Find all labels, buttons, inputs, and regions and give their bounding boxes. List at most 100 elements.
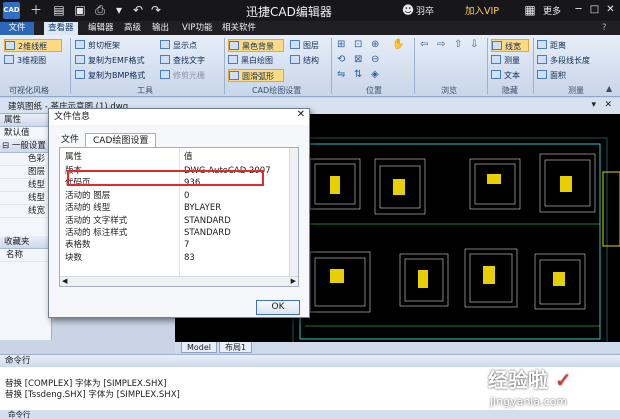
text-toggle[interactable]: 文本	[491, 69, 520, 82]
zoom-window-icon[interactable]: ⊞	[337, 39, 345, 50]
more-button[interactable]: 更多	[543, 4, 561, 17]
dropdown-icon[interactable]: ▾	[112, 3, 126, 17]
zoom-out-icon[interactable]: ⊖	[371, 54, 379, 65]
user-avatar-icon[interactable]: ☻	[401, 3, 415, 17]
maximize-icon[interactable]: □	[588, 2, 601, 17]
copy-emf-button[interactable]: 复制为EMF格式	[75, 54, 145, 67]
flip-icon[interactable]: ⇅	[354, 69, 362, 80]
show-points-button[interactable]: 显示点	[160, 39, 197, 52]
tab-layout1[interactable]: 布局1	[219, 342, 253, 353]
watermark-url: jingyanla.com	[490, 395, 568, 408]
floor-plan-row-1	[309, 153, 596, 215]
find-text-button[interactable]: 查找文字	[160, 54, 205, 67]
clip-frame-button[interactable]: 剪切框架	[75, 39, 120, 52]
arrow-down-icon[interactable]: ⇩	[470, 39, 478, 50]
column-header-value: 值	[184, 152, 193, 162]
tab-advanced[interactable]: 高级	[120, 22, 145, 35]
save-icon[interactable]: ▣	[73, 3, 87, 17]
scroll-right-icon[interactable]: ▶	[291, 277, 296, 285]
table-row[interactable]: 活动的 标注样式 STANDARD	[60, 227, 290, 239]
group-divider	[487, 38, 488, 94]
tab-cad-settings[interactable]: CAD绘图设置	[85, 133, 157, 148]
tab-model[interactable]: Model	[181, 342, 218, 353]
ok-button[interactable]: OK	[256, 300, 300, 315]
ribbon-panel: 2维线框 3维视图 可视化风格 剪切框架 复制为EMF格式 复制为BMP格式 显…	[0, 35, 620, 97]
table-row[interactable]: 活动的 线型 BYLAYER	[60, 202, 290, 214]
linewidth-toggle[interactable]: 线宽	[491, 39, 529, 52]
zoom-in-icon[interactable]: ⊕	[371, 39, 379, 50]
close-document-icon[interactable]: ✕	[604, 100, 612, 110]
undo-icon[interactable]: ↶	[131, 3, 145, 17]
open-folder-icon[interactable]: ▤	[52, 3, 66, 17]
pan-hand-icon[interactable]: ✋	[392, 39, 404, 50]
favorites-name-column: 名称	[0, 249, 51, 262]
structure-button[interactable]: 结构	[290, 54, 319, 67]
grid-menu-icon[interactable]: ▦	[523, 3, 537, 17]
tab-file[interactable]: 文件	[0, 22, 34, 35]
app-logo: CAD	[3, 2, 20, 19]
group-label-cad-settings: CAD绘图设置	[252, 86, 302, 95]
file-info-grid: 属性 值 版本 DWG AutoCAD 2007 代码页 936 活动的 图层 0 活…	[59, 147, 299, 287]
view-3d-icon[interactable]: ◈	[371, 69, 379, 80]
horizontal-scrollbar[interactable]: ◀ ▶	[60, 276, 298, 286]
command-status-label: 命令行	[8, 410, 31, 419]
trim-raster-button[interactable]: 修剪光栅	[160, 69, 205, 82]
tab-file-info[interactable]: 文件	[54, 133, 86, 148]
rotate-icon[interactable]: ⟲	[337, 54, 345, 65]
black-background-button[interactable]: 黑色背景	[228, 39, 284, 52]
polyline-length-button[interactable]: 多段线长度	[537, 54, 590, 67]
version-highlight-box	[67, 170, 264, 186]
prop-row-layer[interactable]: 图层	[0, 166, 51, 179]
arrow-up-icon[interactable]: ⇧	[454, 39, 462, 50]
scroll-left-icon[interactable]: ◀	[62, 277, 67, 285]
furniture-marks	[330, 174, 572, 288]
prop-row-color[interactable]: 色彩	[0, 153, 51, 166]
copy-bmp-button[interactable]: 复制为BMP格式	[75, 69, 145, 82]
dialog-close-icon[interactable]: ✕	[297, 109, 305, 120]
print-icon[interactable]: ⎙	[93, 3, 107, 17]
minimize-icon[interactable]: ─	[572, 2, 585, 17]
measure-toggle[interactable]: 测量	[491, 54, 520, 67]
wireframe-2d-button[interactable]: 2维线框	[4, 39, 62, 52]
arrow-right-icon[interactable]: ⇨	[437, 39, 445, 50]
file-info-dialog: 文件信息 ✕ 文件 CAD绘图设置 属性 值 版本 DWG AutoCAD 200…	[48, 108, 310, 318]
view-3d-button[interactable]: 3维视图	[4, 54, 46, 67]
prop-row-lineweight[interactable]: 线宽	[0, 205, 51, 218]
user-name[interactable]: 羽卒	[416, 4, 434, 17]
tab-vip[interactable]: VIP功能	[178, 22, 216, 35]
smooth-arc-button[interactable]: 圆滑弧形	[228, 69, 284, 82]
zoom-extents-icon[interactable]: ⊡	[354, 39, 362, 50]
area-button[interactable]: 面积	[537, 69, 566, 82]
general-settings-section[interactable]: ⊟ 一般设置	[0, 140, 51, 153]
vip-button[interactable]: 加入VIP	[465, 3, 499, 17]
mirror-icon[interactable]: ⇋	[337, 69, 345, 80]
tab-viewer[interactable]: 查看器	[44, 22, 78, 35]
help-icon[interactable]: ?	[598, 22, 611, 35]
table-row[interactable]: 活动的 图层 0	[60, 190, 290, 202]
table-row[interactable]: 块数 83	[60, 252, 290, 264]
arrow-left-icon[interactable]: ⇦	[420, 39, 428, 50]
distance-button[interactable]: 距离	[537, 39, 566, 52]
window-title: 迅捷CAD编辑器	[246, 5, 332, 19]
table-row[interactable]: 表格数 7	[60, 239, 290, 251]
prop-row-linetype[interactable]: 线型	[0, 179, 51, 192]
ribbon-tab-bar: 文件 查看器 编辑器 高级 输出 VIP功能 相关软件 ?	[0, 21, 620, 35]
group-divider	[331, 38, 332, 94]
prop-row-linetype-2[interactable]: 线型	[0, 192, 51, 205]
close-icon[interactable]: ✕	[604, 2, 617, 17]
layer-button[interactable]: 图层	[290, 39, 319, 52]
table-row[interactable]: 活动的 文字样式 STANDARD	[60, 215, 290, 227]
new-file-icon[interactable]: ＋	[29, 3, 43, 17]
fit-icon[interactable]: ⊠	[354, 54, 362, 65]
redo-icon[interactable]: ↷	[149, 3, 163, 17]
vertical-scrollbar[interactable]	[289, 148, 298, 276]
group-label-position: 位置	[366, 86, 382, 95]
tab-output[interactable]: 输出	[148, 22, 173, 35]
group-divider	[70, 38, 71, 94]
black-white-button[interactable]: 黑白绘图	[228, 54, 273, 67]
tab-scroll-icon[interactable]: ▾	[591, 100, 596, 110]
collapse-ribbon-icon[interactable]: ▲	[606, 84, 612, 93]
tab-related-software[interactable]: 相关软件	[218, 22, 260, 35]
tab-editor[interactable]: 编辑器	[84, 22, 118, 35]
